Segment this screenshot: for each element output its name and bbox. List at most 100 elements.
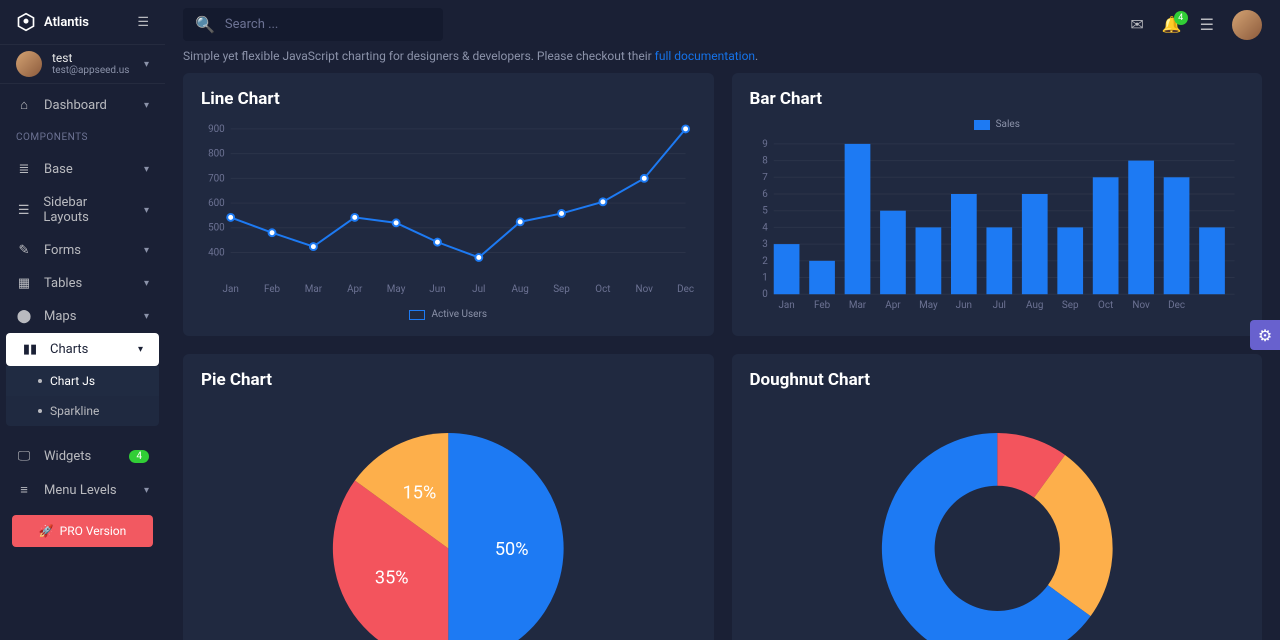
desktop-icon: 🖵: [16, 449, 32, 464]
chevron-down-icon: ▾: [138, 344, 143, 355]
card-doughnut-chart: Doughnut Chart Red Yellow Blue: [732, 354, 1263, 640]
search-placeholder: Search ...: [225, 17, 278, 32]
chevron-down-icon: ▾: [144, 164, 149, 175]
svg-text:5: 5: [762, 206, 768, 217]
svg-text:Jan: Jan: [778, 300, 794, 311]
topbar: 🔍 Search ... ✉ 🔔 4 ☰: [165, 0, 1280, 49]
svg-text:400: 400: [208, 247, 225, 258]
hamburger-icon[interactable]: ☰: [137, 15, 149, 30]
pie-chart: 50%35%15%: [201, 400, 696, 640]
settings-knob-button[interactable]: ⚙: [1250, 320, 1280, 350]
svg-text:6: 6: [762, 189, 768, 200]
svg-text:Mar: Mar: [305, 284, 323, 295]
svg-text:800: 800: [208, 149, 225, 160]
pro-version-button[interactable]: 🚀PRO Version: [12, 515, 153, 547]
topbar-avatar[interactable]: [1232, 10, 1262, 40]
layers-icon: ≣: [16, 162, 32, 177]
sidebar-item-widgets[interactable]: 🖵Widgets4: [0, 440, 165, 473]
doughnut-chart-title: Doughnut Chart: [750, 370, 1245, 390]
svg-text:Feb: Feb: [264, 284, 281, 295]
chevron-down-icon: ▾: [144, 278, 149, 289]
widgets-badge: 4: [129, 450, 149, 463]
svg-text:Aug: Aug: [1026, 300, 1043, 311]
bar-chart-title: Bar Chart: [750, 89, 1245, 109]
svg-text:600: 600: [208, 198, 225, 209]
svg-text:Sep: Sep: [553, 284, 570, 295]
layers-icon[interactable]: ☰: [1200, 15, 1214, 34]
bar-legend: Sales: [974, 119, 1020, 130]
svg-text:Jun: Jun: [955, 300, 971, 311]
card-pie-chart: Pie Chart 50%35%15% New Visitors Subscri…: [183, 354, 714, 640]
gear-icon: ⚙: [1258, 326, 1272, 345]
svg-text:Jun: Jun: [429, 284, 445, 295]
svg-text:Oct: Oct: [1098, 300, 1113, 311]
card-bar-chart: Bar Chart Sales 0123456789 JanFebMarAprM…: [732, 73, 1263, 336]
intro-text: Simple yet flexible JavaScript charting …: [183, 49, 1262, 63]
sidebar-item-forms[interactable]: ✎Forms▾: [0, 234, 165, 267]
brand-name: Atlantis: [44, 15, 89, 30]
svg-text:May: May: [387, 284, 406, 295]
svg-text:500: 500: [208, 223, 225, 234]
svg-text:0: 0: [762, 289, 768, 300]
brand-logo-icon: [16, 12, 36, 32]
svg-text:2: 2: [762, 256, 768, 267]
sidebar-item-base[interactable]: ≣Base▾: [0, 153, 165, 186]
svg-text:35%: 35%: [375, 568, 409, 589]
sidebar-item-sidebar-layouts[interactable]: ☰Sidebar Layouts▾: [0, 186, 165, 234]
svg-text:Apr: Apr: [885, 300, 901, 311]
svg-text:4: 4: [762, 222, 768, 233]
svg-text:Nov: Nov: [1132, 300, 1150, 311]
sidebar-item-dashboard[interactable]: ⌂Dashboard▾: [0, 88, 165, 122]
envelope-icon[interactable]: ✉: [1130, 15, 1143, 34]
svg-text:Apr: Apr: [347, 284, 363, 295]
sidebar-item-charts[interactable]: ▮▮Charts▾: [6, 333, 159, 366]
line-chart: 400500600700800900 JanFebMarAprMayJunJul…: [201, 119, 696, 297]
bars-icon: ≡: [16, 482, 32, 498]
sidebar-nav: ⌂Dashboard▾ COMPONENTS ≣Base▾ ☰Sidebar L…: [0, 84, 165, 640]
chevron-down-icon: ▾: [144, 245, 149, 256]
svg-text:May: May: [919, 300, 938, 311]
doughnut-chart: [750, 400, 1245, 640]
th-list-icon: ☰: [16, 203, 31, 218]
sidebar-item-menu-levels[interactable]: ≡Menu Levels▾: [0, 473, 165, 507]
chevron-down-icon: ▾: [144, 485, 149, 496]
search-input[interactable]: 🔍 Search ...: [183, 8, 443, 41]
avatar: [16, 51, 42, 77]
svg-text:Oct: Oct: [595, 284, 610, 295]
sidebar-user[interactable]: test test@appseed.us ▾: [0, 44, 165, 84]
svg-text:Sep: Sep: [1061, 300, 1078, 311]
chevron-down-icon: ▾: [144, 311, 149, 322]
svg-text:Nov: Nov: [636, 284, 654, 295]
card-line-chart: Line Chart 400 500 600 700 800 900 Jan Feb Mar A…: [183, 73, 714, 336]
pie-chart-title: Pie Chart: [201, 370, 696, 390]
rocket-icon: 🚀: [39, 524, 54, 538]
svg-text:900: 900: [208, 124, 225, 135]
svg-text:700: 700: [208, 173, 225, 184]
svg-text:Jan: Jan: [223, 284, 239, 295]
map-marker-icon: ⬤: [16, 309, 32, 324]
edit-icon: ✎: [16, 243, 32, 258]
notif-badge: 4: [1174, 11, 1188, 25]
full-documentation-link[interactable]: full documentation: [655, 49, 755, 63]
line-chart-title: Line Chart: [201, 89, 696, 109]
svg-text:1: 1: [762, 272, 768, 283]
svg-text:Aug: Aug: [511, 284, 528, 295]
svg-text:Mar: Mar: [848, 300, 866, 311]
nav-section-components: COMPONENTS: [0, 122, 165, 153]
sidebar-item-maps[interactable]: ⬤Maps▾: [0, 300, 165, 333]
sidebar: Atlantis ☰ test test@appseed.us ▾ ⌂Dashb…: [0, 0, 165, 640]
svg-text:50%: 50%: [495, 539, 529, 560]
sidebar-item-tables[interactable]: ▦Tables▾: [0, 267, 165, 300]
sidebar-subitem-chartjs[interactable]: Chart Js: [6, 366, 159, 396]
svg-text:8: 8: [762, 156, 768, 167]
user-email: test@appseed.us: [52, 65, 129, 76]
user-name: test: [52, 52, 129, 65]
line-legend: Active Users: [409, 309, 487, 320]
sidebar-subitem-sparkline[interactable]: Sparkline: [6, 396, 159, 426]
svg-text:Dec: Dec: [1168, 300, 1185, 311]
home-icon: ⌂: [16, 97, 32, 113]
chart-bar-icon: ▮▮: [22, 342, 38, 357]
svg-text:9: 9: [762, 139, 768, 150]
chevron-down-icon: ▾: [144, 100, 149, 111]
notifications-button[interactable]: 🔔 4: [1162, 15, 1182, 34]
